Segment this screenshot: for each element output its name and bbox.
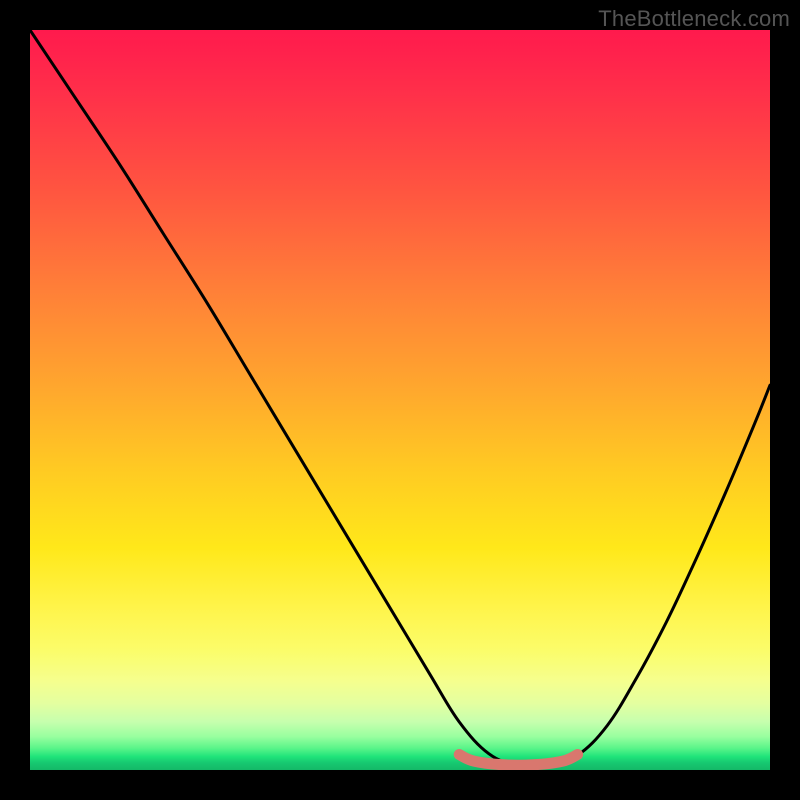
chart-frame: TheBottleneck.com — [0, 0, 800, 800]
bottleneck-curve — [30, 30, 770, 767]
chart-overlay — [30, 30, 770, 770]
watermark-text: TheBottleneck.com — [598, 6, 790, 32]
flat-region-marker — [459, 755, 577, 766]
